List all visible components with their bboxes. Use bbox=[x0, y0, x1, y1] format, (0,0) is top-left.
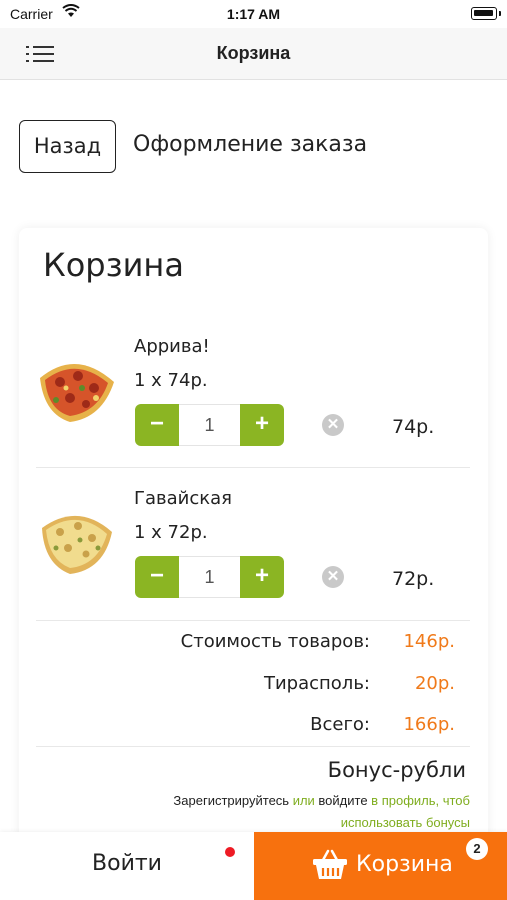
cart-item: Аррива! 1 x 74р. − 1 + ✕ 74р. bbox=[19, 336, 488, 486]
pizza-image bbox=[42, 515, 112, 574]
status-bar: Carrier 1:17 AM bbox=[0, 0, 507, 28]
login-button[interactable]: Войти bbox=[0, 832, 254, 900]
pizza-image bbox=[40, 363, 114, 422]
item-unit-price: 1 x 74р. bbox=[134, 370, 208, 391]
total-row: Всего: 166р. bbox=[19, 714, 488, 744]
item-total-price: 72р. bbox=[392, 568, 435, 590]
bonus-text-profile: в профиль, чтоб bbox=[371, 793, 470, 808]
page-title: Корзина bbox=[216, 43, 291, 63]
total-value: 166р. bbox=[403, 714, 455, 735]
delivery-row: Тирасполь: 20р. bbox=[19, 673, 488, 703]
bottom-bar: Войти Корзина 2 bbox=[0, 832, 507, 900]
cart-title: Корзина bbox=[43, 246, 184, 284]
battery-icon bbox=[471, 7, 501, 20]
bonus-text: Зарегистрируйтесь или войдите в профиль,… bbox=[70, 790, 470, 834]
checkout-link[interactable]: Оформление заказа bbox=[133, 132, 367, 157]
cart-button-label: Корзина bbox=[356, 852, 453, 877]
remove-item-icon[interactable]: ✕ bbox=[322, 414, 344, 436]
item-name: Гавайская bbox=[134, 488, 232, 509]
quantity-value: 1 bbox=[179, 556, 240, 598]
delivery-city-label: Тирасполь: bbox=[263, 673, 370, 694]
nav-bar: Корзина bbox=[0, 28, 507, 80]
basket-icon bbox=[313, 849, 347, 879]
quantity-stepper: − 1 + bbox=[135, 404, 284, 446]
decrease-button[interactable]: − bbox=[135, 404, 179, 446]
goods-cost-value: 146р. bbox=[403, 631, 455, 652]
divider bbox=[36, 620, 470, 621]
bonus-text-use: использовать бонусы bbox=[340, 815, 470, 830]
remove-item-icon[interactable]: ✕ bbox=[322, 566, 344, 588]
cart-card: Корзина Аррива! 1 x 74р. − 1 + ✕ 74р. Га… bbox=[19, 228, 488, 868]
login-link[interactable]: войдите bbox=[315, 793, 371, 808]
item-unit-price: 1 x 72р. bbox=[134, 522, 208, 543]
divider bbox=[36, 467, 470, 468]
cart-item: Гавайская 1 x 72р. − 1 + ✕ 72р. bbox=[19, 488, 488, 638]
goods-cost-label: Стоимость товаров: bbox=[180, 631, 370, 652]
item-total-price: 74р. bbox=[392, 416, 435, 438]
back-button[interactable]: Назад bbox=[19, 120, 116, 173]
cart-button[interactable]: Корзина 2 bbox=[254, 832, 507, 900]
increase-button[interactable]: + bbox=[240, 556, 284, 598]
quantity-stepper: − 1 + bbox=[135, 556, 284, 598]
bonus-text-or: или bbox=[292, 793, 315, 808]
register-link[interactable]: Зарегистрируйтесь bbox=[173, 793, 292, 808]
delivery-cost-value: 20р. bbox=[414, 673, 455, 694]
notification-dot bbox=[225, 847, 235, 857]
cart-count-badge: 2 bbox=[466, 838, 488, 860]
clock: 1:17 AM bbox=[226, 6, 281, 22]
goods-cost-row: Стоимость товаров: 146р. bbox=[19, 631, 488, 661]
decrease-button[interactable]: − bbox=[135, 556, 179, 598]
increase-button[interactable]: + bbox=[240, 404, 284, 446]
bonus-title: Бонус-рубли bbox=[327, 758, 466, 782]
divider bbox=[36, 746, 470, 747]
quantity-value: 1 bbox=[179, 404, 240, 446]
total-label: Всего: bbox=[310, 714, 370, 735]
item-name: Аррива! bbox=[134, 336, 210, 357]
